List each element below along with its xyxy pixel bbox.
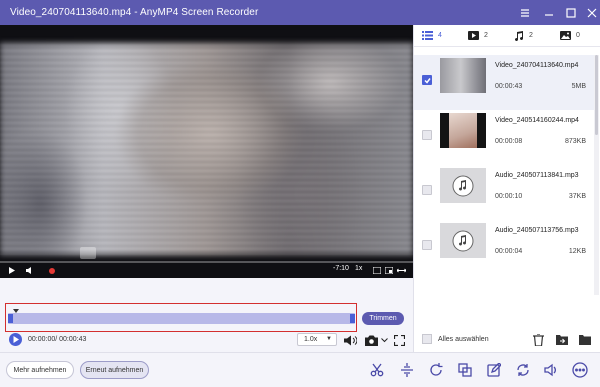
tab-all[interactable]: 4 <box>414 25 460 47</box>
music-disc-icon <box>452 175 474 196</box>
image-icon <box>560 31 571 40</box>
file-duration: 00:00:08 <box>495 138 523 145</box>
record-again-button[interactable]: Erneut aufnehmen <box>80 361 149 379</box>
music-note-icon <box>515 30 524 41</box>
delete-icon[interactable] <box>530 331 547 348</box>
embedded-play-icon[interactable] <box>6 265 18 277</box>
tab-images[interactable]: 0 <box>552 25 598 47</box>
tab-videos[interactable]: 2 <box>460 25 506 47</box>
video-overlay-badge <box>80 247 96 259</box>
volume-icon[interactable] <box>343 333 357 347</box>
file-name: Audio_240507113841.mp3 <box>495 172 579 179</box>
window-title: Video_240704113640.mp4 - AnyMP4 Screen R… <box>10 7 259 18</box>
item-checkbox[interactable] <box>422 130 432 140</box>
file-size: 873KB <box>564 138 586 145</box>
tab-audio[interactable]: 2 <box>506 25 552 47</box>
title-bar: Video_240704113640.mp4 - AnyMP4 Screen R… <box>0 0 600 25</box>
more-icon[interactable] <box>569 359 591 381</box>
file-name: Video_240514160244.mp4 <box>495 117 579 124</box>
trim-timeline[interactable] <box>8 313 355 324</box>
audio-thumbnail <box>440 223 486 258</box>
embedded-video-controls: -7:10 1x <box>0 263 413 278</box>
embedded-volume-icon[interactable] <box>24 265 36 277</box>
item-checkbox[interactable] <box>422 75 432 85</box>
select-all-label: Alles auswählen <box>438 335 489 343</box>
video-thumbnail <box>440 58 486 93</box>
play-button[interactable] <box>9 333 22 346</box>
merge-icon[interactable] <box>454 359 476 381</box>
select-all-checkbox[interactable] <box>422 334 432 344</box>
scissors-icon[interactable] <box>366 359 388 381</box>
video-play-icon <box>468 31 479 40</box>
convert-icon[interactable] <box>512 359 534 381</box>
select-all[interactable]: Alles auswählen <box>422 334 489 344</box>
file-size: 12KB <box>568 248 586 255</box>
close-icon[interactable] <box>581 0 600 25</box>
audio-thumbnail <box>440 168 486 203</box>
list-icon <box>422 31 433 40</box>
list-item[interactable]: Audio_240507113841.mp3 00:00:10 37KB <box>414 165 594 220</box>
playback-bar: 00:00:00/ 00:00:43 1.0x ▼ <box>0 332 413 350</box>
maximize-icon[interactable] <box>560 0 582 25</box>
trim-start-handle[interactable] <box>8 314 13 323</box>
chevron-down-icon: ▼ <box>326 336 332 342</box>
file-size: 5MB <box>571 83 586 90</box>
open-folder-icon[interactable] <box>576 331 593 348</box>
chevron-down-icon[interactable] <box>377 333 391 347</box>
file-list: Video_240704113640.mp4 00:00:43 5MB Vide… <box>414 55 594 275</box>
expand-icon[interactable] <box>392 333 406 347</box>
playback-time: 00:00:00/ 00:00:43 <box>28 336 87 343</box>
file-duration: 00:00:04 <box>495 248 523 255</box>
list-scrollbar[interactable] <box>594 55 599 295</box>
item-checkbox[interactable] <box>422 185 432 195</box>
camera-icon[interactable] <box>364 333 378 347</box>
file-name: Video_240704113640.mp4 <box>495 62 579 69</box>
split-icon[interactable] <box>396 359 418 381</box>
trim-button[interactable]: Trimmen <box>362 312 404 325</box>
export-icon[interactable] <box>553 331 570 348</box>
embedded-speed[interactable]: 1x <box>355 265 362 272</box>
trim-end-handle[interactable] <box>350 314 355 323</box>
edit-icon[interactable] <box>483 359 505 381</box>
speed-select[interactable]: 1.0x ▼ <box>297 333 337 346</box>
video-preview[interactable]: -7:10 1x <box>0 25 413 278</box>
video-thumbnail <box>440 113 486 148</box>
fullscreen-icon[interactable] <box>395 264 407 276</box>
more-record-button[interactable]: Mehr aufnehmen <box>6 361 74 379</box>
file-size: 37KB <box>568 193 586 200</box>
play-icon <box>13 336 19 343</box>
file-duration: 00:00:10 <box>495 193 523 200</box>
file-name: Audio_240507113756.mp3 <box>495 227 579 234</box>
media-type-tabs: 4 2 2 0 <box>414 25 600 47</box>
list-item[interactable]: Audio_240507113756.mp3 00:00:04 12KB <box>414 220 594 275</box>
list-item[interactable]: Video_240514160244.mp4 00:00:08 873KB <box>414 110 594 165</box>
file-duration: 00:00:43 <box>495 83 523 90</box>
volume-icon[interactable] <box>540 359 562 381</box>
item-checkbox[interactable] <box>422 240 432 250</box>
settings-icon[interactable] <box>514 0 536 25</box>
list-actions <box>530 331 599 348</box>
rotate-icon[interactable] <box>425 359 447 381</box>
recording-list-panel: 4 2 2 0 Video_240704113640.mp4 00:00:43 … <box>413 25 600 352</box>
minimize-icon[interactable] <box>538 0 560 25</box>
embedded-record-dot-icon <box>46 265 58 277</box>
embedded-remaining-time: -7:10 <box>333 265 349 272</box>
captions-icon[interactable] <box>371 264 383 276</box>
miniplayer-icon[interactable] <box>383 264 395 276</box>
list-item[interactable]: Video_240704113640.mp4 00:00:43 5MB <box>414 55 594 110</box>
bottom-toolbar: Mehr aufnehmen Erneut aufnehmen <box>0 352 600 387</box>
music-disc-icon <box>452 230 474 251</box>
